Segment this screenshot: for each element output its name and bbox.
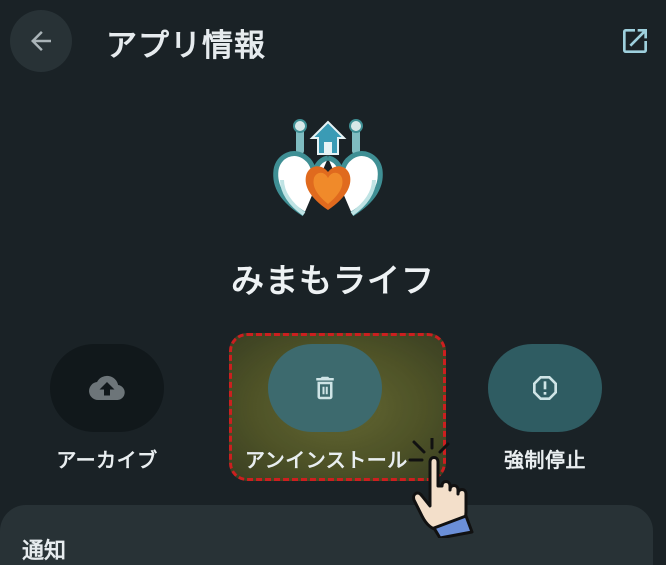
app-name: みまもライフ <box>231 261 435 300</box>
pointing-hand-icon <box>408 438 474 538</box>
archive-action[interactable]: アーカイブ <box>27 344 187 473</box>
archive-button[interactable] <box>50 344 164 432</box>
uninstall-button[interactable] <box>268 344 382 432</box>
uninstall-action[interactable]: アンインストール <box>245 344 408 473</box>
force-stop-button[interactable] <box>488 344 602 432</box>
archive-label: アーカイブ <box>56 448 158 472</box>
page-title: アプリ情報 <box>106 28 266 64</box>
open-in-new-icon <box>623 29 647 53</box>
uninstall-label: アンインストール <box>245 448 408 472</box>
back-button[interactable] <box>10 10 72 72</box>
alert-octagon-icon <box>533 376 557 400</box>
cloud-upload-icon <box>89 375 125 400</box>
open-app-button[interactable] <box>618 24 652 58</box>
notifications-label: 通知 <box>22 539 67 564</box>
notifications-section[interactable]: 通知 <box>0 505 653 565</box>
heart-home-app-icon <box>273 119 383 217</box>
arrow-left-icon <box>31 31 51 51</box>
trash-icon <box>316 376 334 400</box>
